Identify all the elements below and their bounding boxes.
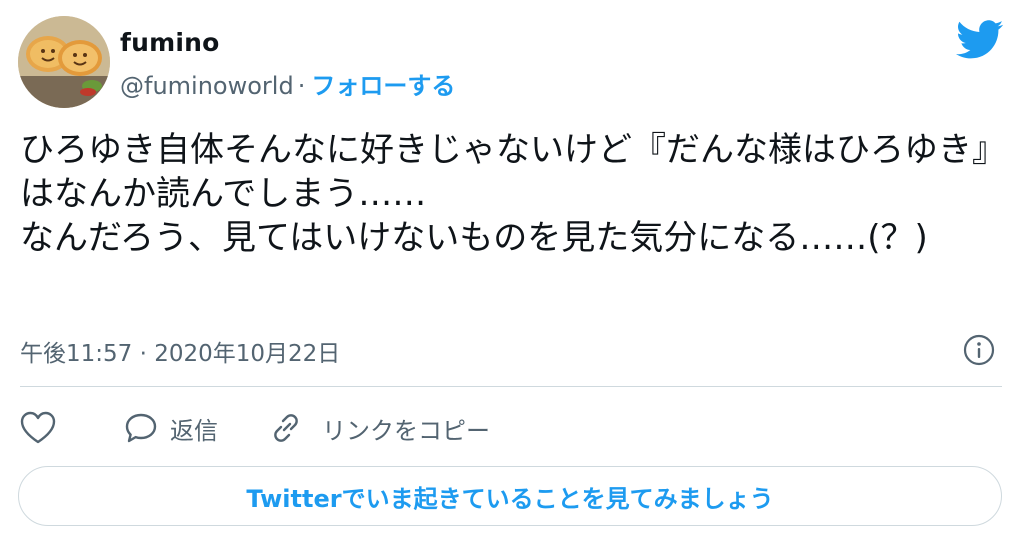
copy-link-label: リンクをコピー — [322, 416, 490, 445]
divider — [20, 386, 1002, 387]
heart-icon — [20, 411, 56, 444]
user-handle[interactable]: @fuminoworld — [120, 72, 294, 100]
info-icon[interactable] — [963, 334, 995, 366]
like-button[interactable] — [20, 411, 60, 445]
reply-button[interactable]: 返信 — [124, 411, 218, 446]
display-name[interactable]: fumino — [120, 28, 219, 57]
follow-link[interactable]: フォローする — [311, 72, 455, 100]
speech-bubble-icon — [125, 413, 157, 443]
tweet-timestamp[interactable]: 午後11:57 · 2020年10月22日 — [20, 334, 340, 368]
twitter-bird-icon[interactable] — [956, 20, 1004, 60]
link-icon — [274, 414, 298, 442]
reply-label: 返信 — [170, 416, 218, 445]
tweet-embed: fumino @fuminoworld · フォローする ひろゆき自体そんなに好きじ… — [0, 0, 1024, 552]
copy-link-button[interactable]: リンクをコピー — [270, 411, 490, 446]
avatar-image — [18, 16, 110, 108]
explore-twitter-button[interactable]: Twitterでいま起きていることを見てみましょう — [18, 466, 1002, 526]
action-bar: 返信 リンクをコピー — [20, 408, 490, 448]
avatar[interactable] — [18, 16, 110, 108]
tweet-text: ひろゆき自体そんなに好きじゃないけど『だんな様はひろゆき』はなんか読んでしまう…… — [20, 130, 989, 258]
handle-separator: · — [297, 72, 306, 100]
handle-row: @fuminoworld · フォローする — [120, 66, 455, 101]
